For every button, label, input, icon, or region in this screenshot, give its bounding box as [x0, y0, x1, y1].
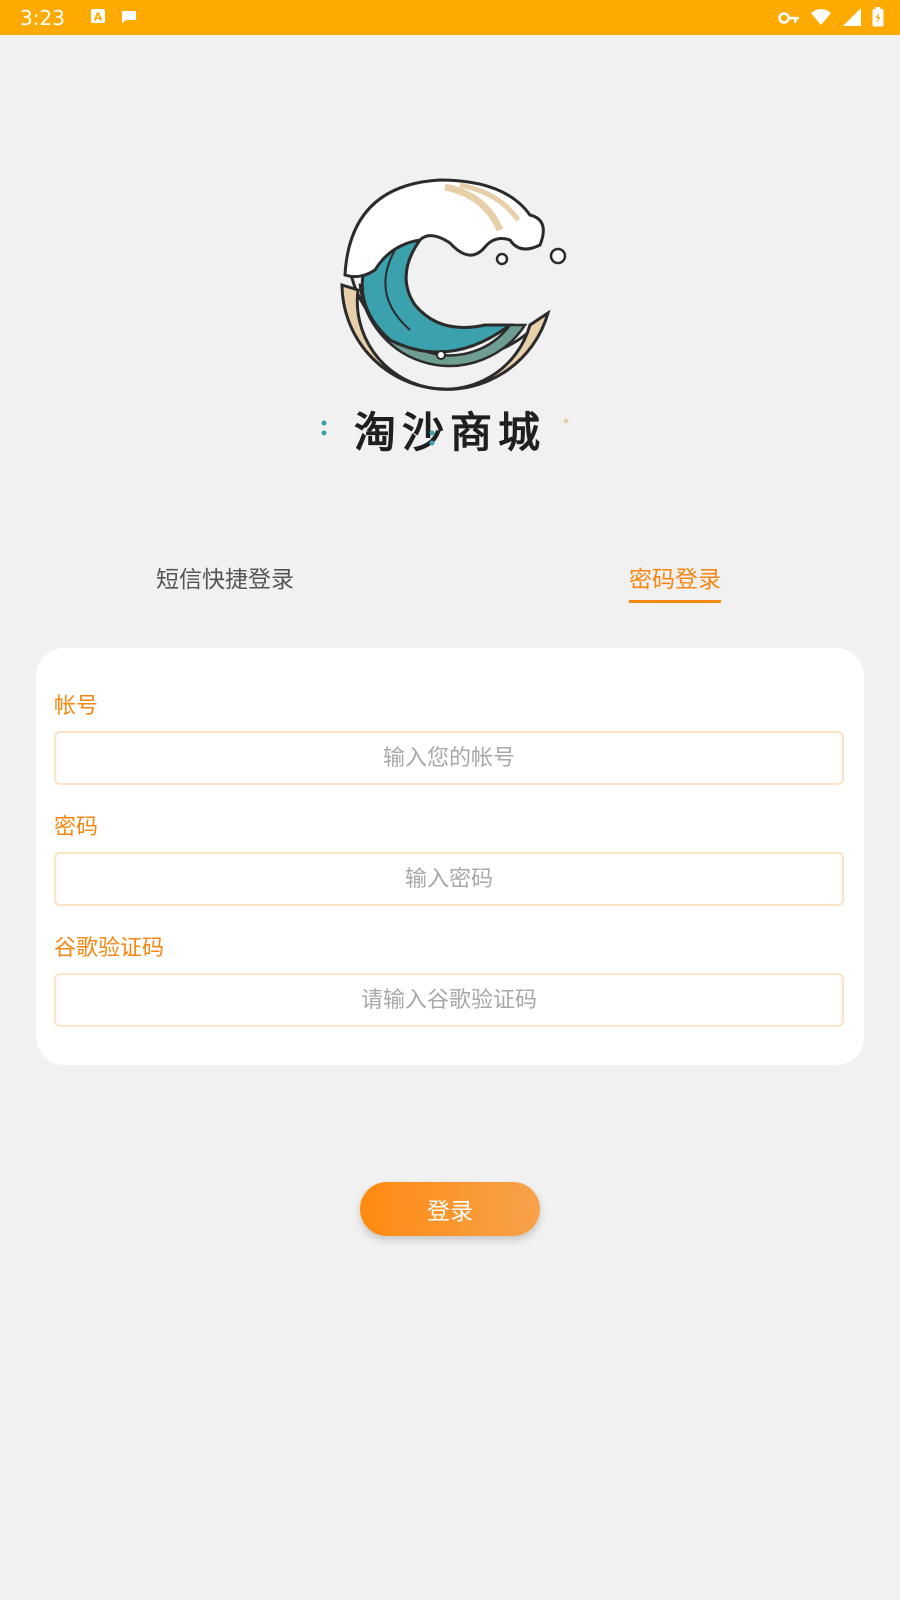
logo-brand-text: 淘沙商城: [354, 408, 546, 457]
status-left-icons: A: [90, 8, 138, 28]
svg-text:A: A: [94, 10, 103, 23]
app-logo: 淘沙商城: [320, 175, 580, 465]
password-label: 密码: [54, 815, 99, 840]
status-bar: 3:23 A: [0, 0, 900, 35]
account-input[interactable]: [54, 731, 844, 785]
google-code-label: 谷歌验证码: [54, 936, 165, 961]
app-a-icon: A: [90, 8, 106, 28]
wifi-icon: [810, 8, 832, 30]
login-tabs: 短信快捷登录 密码登录: [0, 560, 900, 610]
login-button[interactable]: 登录: [360, 1182, 540, 1236]
tab-sms-login[interactable]: 短信快捷登录: [156, 560, 294, 600]
battery-icon: [872, 7, 884, 31]
vpn-key-icon: [778, 10, 800, 29]
notification-icon: [120, 8, 138, 28]
tab-password-login[interactable]: 密码登录: [629, 560, 721, 603]
google-code-input[interactable]: [54, 973, 844, 1027]
account-label: 帐号: [54, 694, 99, 719]
status-right-icons: [778, 7, 884, 31]
password-input[interactable]: [54, 852, 844, 906]
login-form-card: 帐号 密码 谷歌验证码: [36, 648, 864, 1065]
status-time: 3:23: [20, 5, 65, 30]
signal-icon: [842, 7, 862, 31]
